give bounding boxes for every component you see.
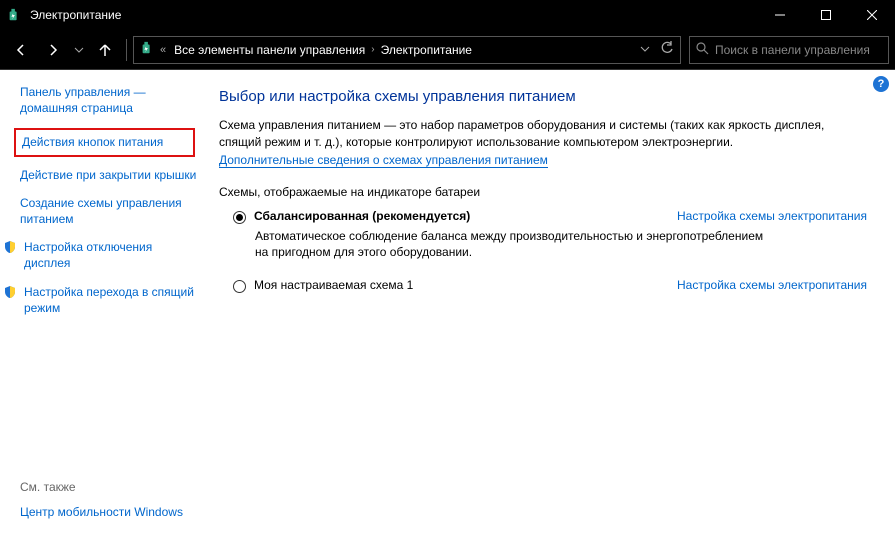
- minimize-button[interactable]: [757, 0, 803, 30]
- plan-balanced-label[interactable]: Сбалансированная (рекомендуется): [254, 209, 470, 223]
- search-input[interactable]: [715, 43, 882, 57]
- lid-close-action-link[interactable]: Действие при закрытии крышки: [20, 167, 197, 183]
- plan-balanced-radio[interactable]: [233, 211, 246, 224]
- page-title: Выбор или настройка схемы управления пит…: [219, 88, 867, 105]
- sleep-settings-link[interactable]: Настройка перехода в спящий режим: [2, 284, 197, 316]
- breadcrumb-overflow[interactable]: «: [160, 44, 166, 56]
- back-button[interactable]: [6, 35, 36, 65]
- up-button[interactable]: [90, 35, 120, 65]
- help-icon[interactable]: ?: [873, 76, 889, 92]
- mobility-center-link[interactable]: Центр мобильности Windows: [20, 504, 197, 520]
- plan-custom-radio[interactable]: [233, 280, 246, 293]
- window-title: Электропитание: [30, 8, 757, 22]
- chevron-down-icon[interactable]: [640, 43, 650, 57]
- refresh-icon[interactable]: [660, 41, 674, 58]
- plans-section-title: Схемы, отображаемые на индикаторе батаре…: [219, 185, 867, 199]
- maximize-button[interactable]: [803, 0, 849, 30]
- plan-balanced-settings-link[interactable]: Настройка схемы электропитания: [677, 209, 867, 223]
- more-info-link[interactable]: Дополнительные сведения о схемах управле…: [219, 153, 548, 168]
- display-off-settings-link[interactable]: Настройка отключения дисплея: [2, 239, 197, 271]
- control-panel-home-link[interactable]: Панель управления — домашняя страница: [20, 84, 197, 116]
- power-options-icon: [6, 7, 22, 23]
- create-power-plan-link[interactable]: Создание схемы управления питанием: [20, 195, 197, 227]
- power-buttons-action-link[interactable]: Действия кнопок питания: [14, 128, 195, 156]
- breadcrumb[interactable]: « Все элементы панели управления › Элект…: [133, 36, 681, 64]
- chevron-right-icon: ›: [371, 44, 374, 55]
- shield-icon: [2, 284, 18, 300]
- recent-dropdown[interactable]: [70, 35, 88, 65]
- breadcrumb-item[interactable]: Электропитание: [381, 43, 472, 57]
- close-button[interactable]: [849, 0, 895, 30]
- plan-custom-settings-link[interactable]: Настройка схемы электропитания: [677, 278, 867, 292]
- plan-balanced-description: Автоматическое соблюдение баланса между …: [255, 228, 775, 260]
- forward-button[interactable]: [38, 35, 68, 65]
- search-icon: [696, 42, 709, 58]
- search-box[interactable]: [689, 36, 889, 64]
- see-also-label: См. также: [20, 480, 197, 494]
- breadcrumb-item[interactable]: Все элементы панели управления: [174, 43, 365, 57]
- page-description: Схема управления питанием — это набор па…: [219, 117, 867, 151]
- plan-custom-label[interactable]: Моя настраиваемая схема 1: [254, 278, 413, 292]
- power-options-icon: [140, 41, 154, 58]
- shield-icon: [2, 239, 18, 255]
